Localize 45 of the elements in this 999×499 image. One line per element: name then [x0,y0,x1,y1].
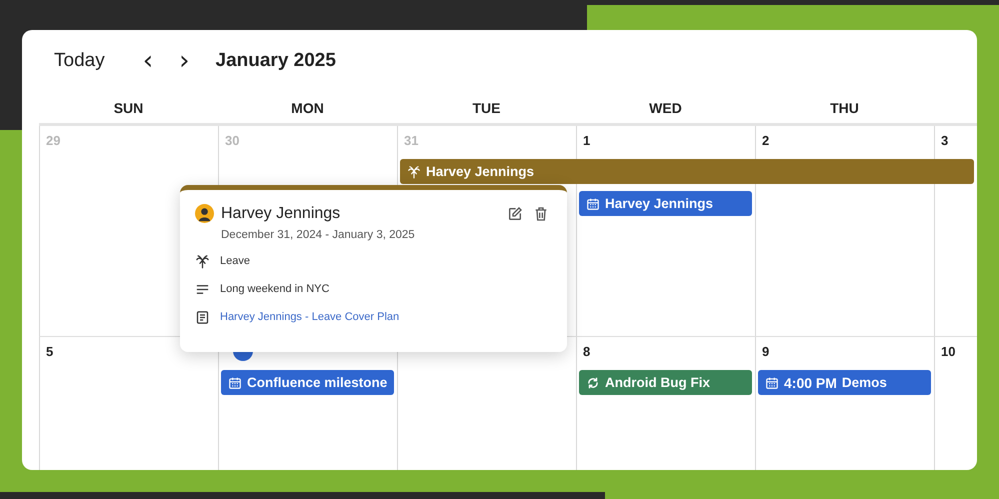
weekday-label: TUE [472,100,502,116]
event-chip[interactable]: Harvey Jennings [579,191,752,216]
event-chip[interactable]: Android Bug Fix [579,370,752,395]
today-button[interactable]: Today [54,50,105,72]
avatar-icon [195,204,214,223]
day-number: 29 [46,133,60,148]
event-title: Demos [842,375,887,390]
date-range: December 31, 2024 - January 3, 2025 [221,229,416,241]
document-icon [195,310,210,324]
weekday-label: WED [648,100,683,116]
event-title: Android Bug Fix [605,375,710,390]
day-number: 3 [941,133,948,148]
popup-title: Harvey Jennings [221,204,342,222]
weekday-label: THU [829,100,860,116]
day-number: 9 [762,344,770,359]
day-number: 5 [46,344,54,359]
cycle-arrows-icon [586,376,600,390]
document-link[interactable]: Harvey Jennings - Leave Cover Plan [220,311,400,323]
event-chip[interactable]: Confluence milestone [221,370,394,395]
weekday-label: MON [290,100,325,116]
calendar-icon [765,376,779,390]
calendar-icon [228,376,242,390]
event-title: Harvey Jennings [605,196,714,211]
event-chip[interactable]: Harvey Jennings [400,159,974,184]
previous-button[interactable]: ‹ [134,48,162,74]
day-number: 31 [404,133,418,148]
palm-tree-icon [407,164,421,178]
month-title: January 2025 [216,50,336,72]
edit-icon[interactable] [507,206,523,222]
day-number: 1 [583,133,590,148]
next-button[interactable]: › [171,48,198,74]
day-number: 30 [225,133,240,148]
event-description: Long weekend in NYC [220,283,330,295]
event-chip[interactable]: 4:00 PM Demos [758,370,931,395]
day-number: 8 [583,344,590,359]
palm-tree-icon [195,254,210,268]
event-title: Confluence milestone [247,375,388,390]
day-number: 2 [762,133,770,148]
event-time: 4:00 PM [784,374,837,390]
event-title: Harvey Jennings [426,164,534,179]
weekday-label: SUN [112,100,144,116]
trash-icon[interactable] [533,206,549,222]
calendar-icon [586,196,600,210]
event-type: Leave [220,255,250,267]
day-number: 10 [941,344,956,359]
